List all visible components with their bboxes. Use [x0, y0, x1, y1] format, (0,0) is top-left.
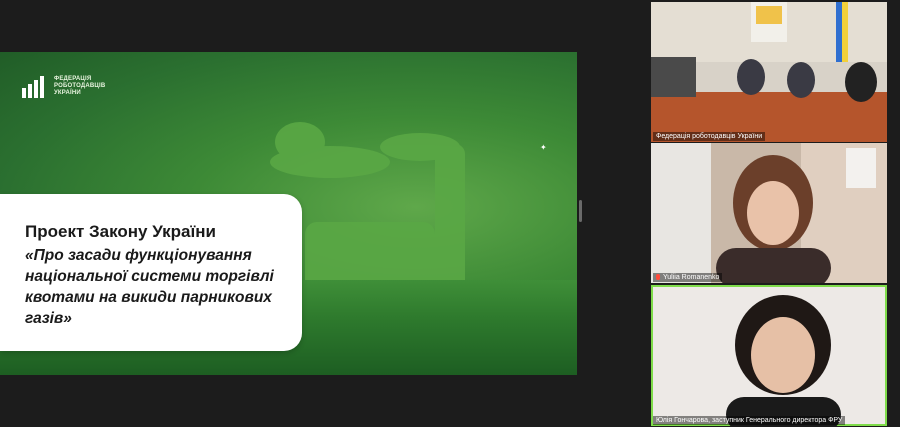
participant-video: [651, 143, 887, 283]
participant-name: Юлія Гончарова, заступник Генерального д…: [653, 416, 846, 425]
muted-mic-icon: [656, 274, 660, 281]
participant-name-row: Yuliia Romanenko: [653, 273, 723, 282]
video-tile-romanenko[interactable]: Yuliia Romanenko: [651, 143, 887, 283]
logo-line-1: ФЕДЕРАЦІЯ: [54, 75, 92, 82]
federation-logo: ФЕДЕРАЦІЯ РОБОТОДАВЦІВ УКРАЇНИ: [20, 72, 105, 100]
video-tile-honcharova-active-speaker[interactable]: Юлія Гончарова, заступник Генерального д…: [651, 285, 887, 426]
panel-resize-handle[interactable]: [579, 200, 582, 222]
slide-title: Проект Закону України: [25, 222, 216, 241]
conference-room-video: [651, 2, 887, 142]
shared-presentation-slide: ФЕДЕРАЦІЯ РОБОТОДАВЦІВ УКРАЇНИ Проект За…: [0, 52, 577, 375]
participant-name: Федерація роботодавців України: [653, 132, 766, 141]
logo-line-2: РОБОТОДАВЦІВ: [54, 82, 106, 89]
logo-line-3: УКРАЇНИ: [54, 89, 81, 96]
slide-subtitle: «Про засади функціонування національної …: [25, 247, 274, 327]
participant-video: [726, 295, 841, 426]
slide-title-card: Проект Закону України «Про засади функці…: [0, 194, 302, 351]
federation-logo-text: ФЕДЕРАЦІЯ РОБОТОДАВЦІВ УКРАЇНИ: [54, 76, 105, 97]
federation-logo-icon: [22, 76, 44, 98]
mouse-cursor-icon: ✦: [540, 143, 547, 152]
participant-name: Yuliia Romanenko: [663, 274, 720, 281]
video-tile-federation[interactable]: Федерація роботодавців України: [651, 2, 887, 142]
